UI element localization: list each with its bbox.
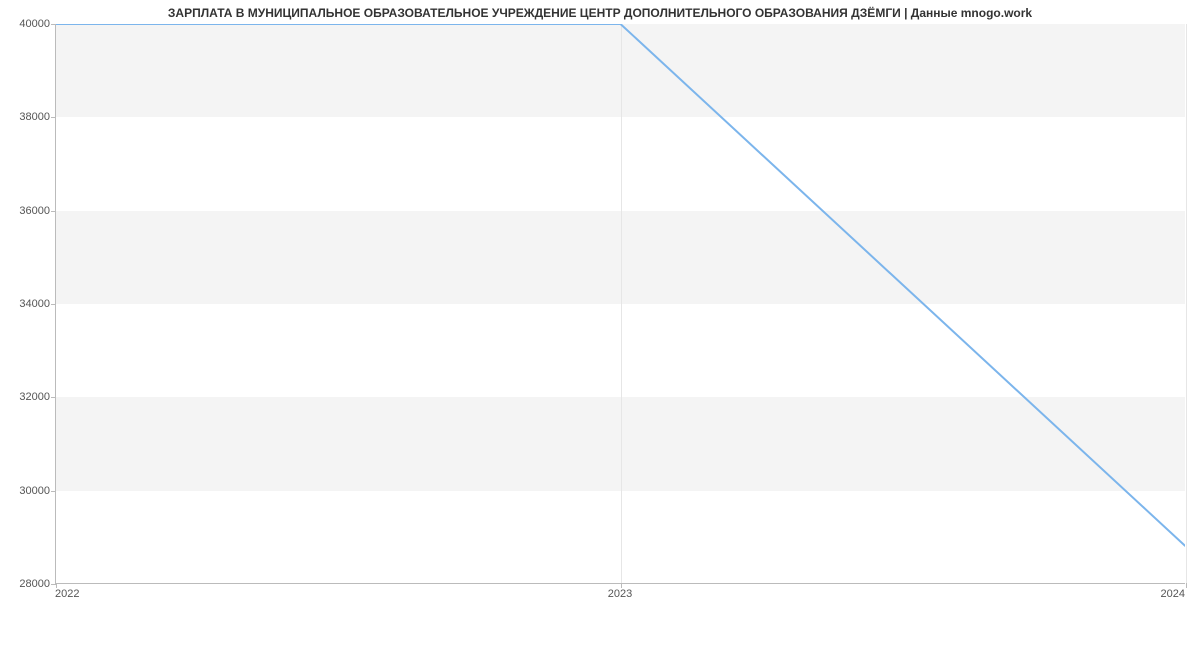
y-tick-mark <box>51 584 56 585</box>
y-tick-label: 32000 <box>5 391 50 403</box>
x-tick-label: 2024 <box>1161 588 1185 600</box>
y-tick-mark <box>51 211 56 212</box>
x-tick-mark <box>1186 583 1187 588</box>
y-tick-label: 40000 <box>5 18 50 30</box>
y-tick-label: 30000 <box>5 485 50 497</box>
y-tick-mark <box>51 491 56 492</box>
x-tick-label: 2022 <box>55 588 79 600</box>
y-tick-mark <box>51 117 56 118</box>
series-layer <box>56 24 1185 583</box>
y-tick-mark <box>51 397 56 398</box>
x-tick-label: 2023 <box>608 588 632 600</box>
plot-area <box>55 24 1185 584</box>
gridline-v <box>1186 24 1187 583</box>
y-tick-mark <box>51 24 56 25</box>
y-tick-mark <box>51 304 56 305</box>
chart-title: ЗАРПЛАТА В МУНИЦИПАЛЬНОЕ ОБРАЗОВАТЕЛЬНОЕ… <box>0 6 1200 20</box>
y-tick-label: 38000 <box>5 111 50 123</box>
y-tick-label: 28000 <box>5 578 50 590</box>
y-tick-label: 34000 <box>5 298 50 310</box>
series-line <box>56 24 1185 546</box>
salary-line-chart: ЗАРПЛАТА В МУНИЦИПАЛЬНОЕ ОБРАЗОВАТЕЛЬНОЕ… <box>0 0 1200 620</box>
y-tick-label: 36000 <box>5 205 50 217</box>
